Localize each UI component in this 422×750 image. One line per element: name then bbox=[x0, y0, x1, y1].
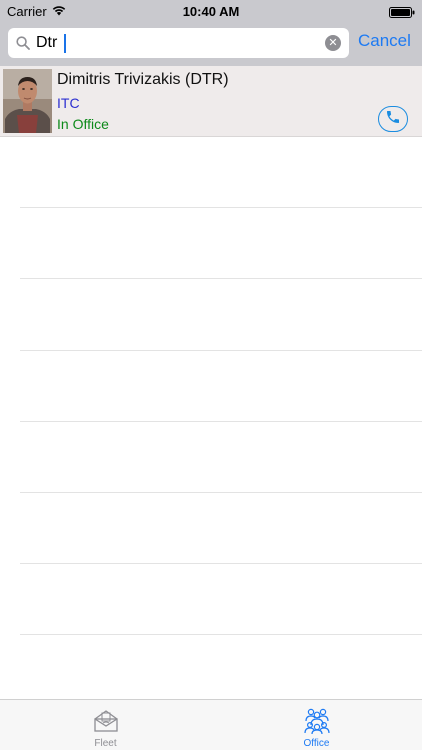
people-group-icon bbox=[303, 706, 331, 739]
status-bar: Carrier 10:40 AM bbox=[0, 0, 422, 22]
search-field[interactable]: ✕ bbox=[8, 28, 349, 58]
cancel-button[interactable]: Cancel bbox=[358, 31, 411, 51]
tab-bar: Fleet Office bbox=[0, 699, 422, 750]
status-time: 10:40 AM bbox=[182, 4, 240, 19]
phone-icon bbox=[385, 109, 401, 130]
list-separator bbox=[20, 207, 422, 208]
list-separator bbox=[20, 278, 422, 279]
clear-search-button[interactable]: ✕ bbox=[325, 35, 341, 51]
tab-office-label: Office bbox=[303, 738, 330, 749]
tab-fleet[interactable]: Fleet bbox=[0, 700, 211, 750]
battery-icon bbox=[389, 6, 415, 18]
contact-name: Dimitris Trivizakis (DTR) bbox=[57, 71, 229, 88]
contact-status: In Office bbox=[57, 116, 109, 132]
list-separator bbox=[20, 492, 422, 493]
contact-department: ITC bbox=[57, 95, 80, 111]
search-bar: ✕ Cancel bbox=[0, 22, 422, 66]
contact-row[interactable]: Dimitris Trivizakis (DTR) ITC In Office bbox=[0, 66, 422, 137]
list-separator bbox=[20, 563, 422, 564]
tab-fleet-label: Fleet bbox=[94, 738, 117, 749]
search-input[interactable] bbox=[36, 32, 316, 54]
call-button[interactable] bbox=[378, 106, 408, 132]
fleet-icon bbox=[92, 706, 120, 739]
tab-office[interactable]: Office bbox=[211, 700, 422, 750]
list-separator bbox=[20, 350, 422, 351]
list-separator bbox=[20, 421, 422, 422]
contact-photo bbox=[3, 69, 52, 133]
search-icon bbox=[16, 36, 30, 55]
text-caret bbox=[64, 34, 66, 53]
app-screen: Carrier 10:40 AM Dtr ✕ Cancel Dimitris T… bbox=[0, 0, 422, 750]
list-separator bbox=[20, 634, 422, 635]
